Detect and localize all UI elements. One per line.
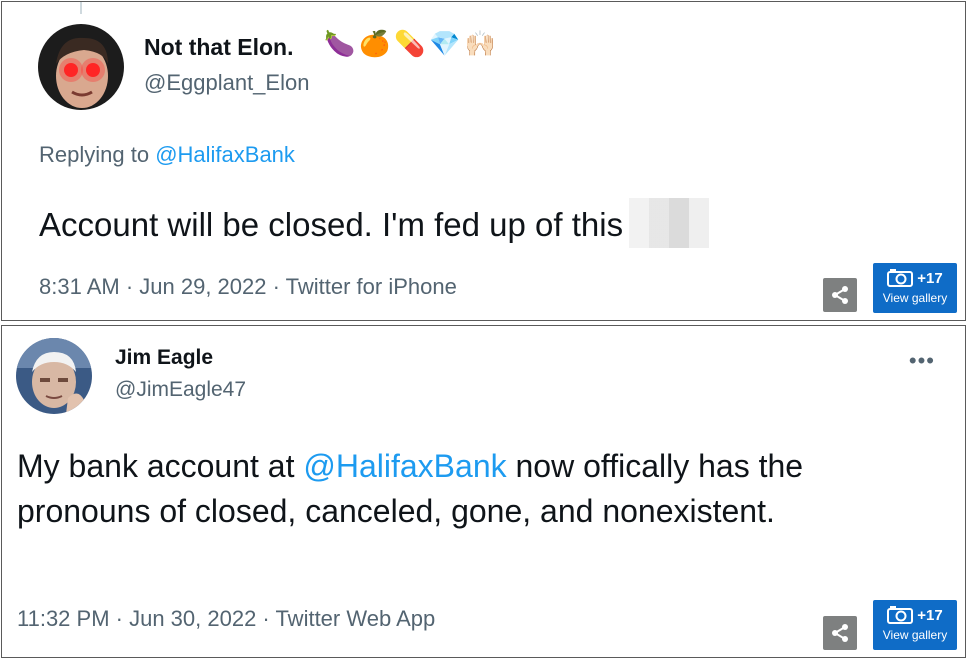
orange-icon: 🍊 (359, 30, 391, 58)
gem-icon: 💎 (429, 30, 461, 58)
display-name[interactable]: Jim Eagle (115, 346, 213, 370)
raised-hands-icon: 🙌🏻 (464, 30, 496, 58)
camera-icon (887, 269, 914, 287)
gallery-count: +17 (917, 606, 943, 624)
tweet-text: Account will be closed. I'm fed up of th… (39, 198, 710, 248)
blurred-emoji (629, 198, 710, 248)
reply-mention-link[interactable]: @HalifaxBank (155, 142, 295, 167)
avatar[interactable] (16, 338, 92, 414)
view-gallery-button[interactable]: +17 View gallery (873, 600, 957, 650)
gallery-label: View gallery (882, 628, 948, 642)
handle[interactable]: @JimEagle47 (115, 378, 246, 402)
name-emojis: 🍆 🍊 💊 💎 🙌🏻 (324, 30, 496, 59)
more-options-button[interactable]: ••• (909, 348, 935, 374)
tweet-mention-link[interactable]: @HalifaxBank (303, 448, 506, 484)
camera-icon (887, 606, 914, 624)
tweet-meta[interactable]: 11:32 PM · Jun 30, 2022 · Twitter Web Ap… (17, 606, 435, 632)
tweet-text-start: My bank account at (17, 448, 304, 484)
gallery-count: +17 (917, 269, 943, 287)
pill-icon: 💊 (394, 30, 426, 58)
thread-line (80, 2, 82, 14)
tweet-meta[interactable]: 8:31 AM · Jun 29, 2022 · Twitter for iPh… (39, 274, 457, 300)
view-gallery-button[interactable]: +17 View gallery (873, 263, 957, 313)
share-icon (832, 286, 848, 304)
display-name[interactable]: Not that Elon. (144, 34, 293, 61)
share-icon (832, 624, 848, 642)
share-button[interactable] (823, 278, 857, 312)
reply-prefix: Replying to (39, 142, 156, 167)
replying-to: Replying to @HalifaxBank (39, 142, 295, 168)
tweet-card-2: Jim Eagle @JimEagle47 ••• My bank accoun… (1, 325, 966, 658)
eggplant-icon: 🍆 (324, 30, 356, 58)
more-icon: ••• (908, 348, 935, 373)
share-button[interactable] (823, 616, 857, 650)
gallery-count-row: +17 (873, 606, 957, 624)
avatar[interactable] (38, 24, 124, 110)
tweet-text-content: Account will be closed. I'm fed up of th… (39, 206, 624, 243)
handle[interactable]: @Eggplant_Elon (144, 70, 309, 96)
tweet-card-1: Not that Elon. 🍆 🍊 💊 💎 🙌🏻 @Eggplant_Elon… (1, 1, 966, 321)
gallery-count-row: +17 (873, 269, 957, 287)
tweet-text: My bank account at @HalifaxBank now offi… (17, 444, 917, 534)
gallery-label: View gallery (882, 291, 948, 305)
